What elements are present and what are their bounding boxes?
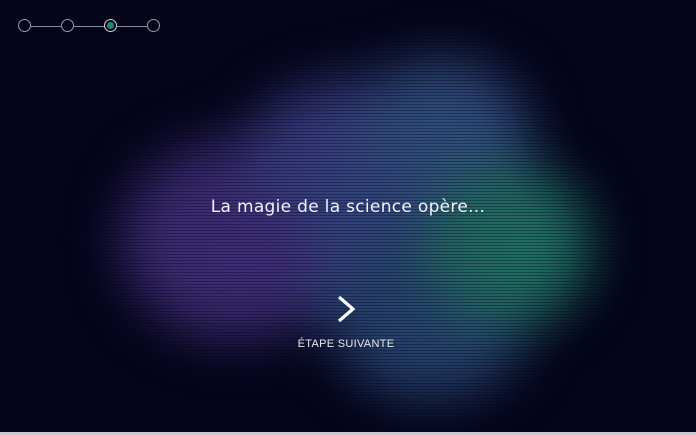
- step-2-indicator[interactable]: [61, 19, 74, 32]
- chevron-right-icon[interactable]: [334, 294, 358, 324]
- experience-stage: La magie de la science opère... ÉTAPE SU…: [0, 0, 696, 432]
- next-step-button[interactable]: ÉTAPE SUIVANTE: [290, 292, 402, 354]
- stepper-connector: [74, 26, 104, 27]
- page-headline: La magie de la science opère...: [210, 197, 486, 217]
- step-3-indicator-active[interactable]: [104, 19, 117, 32]
- stepper-connector: [31, 26, 61, 27]
- step-1-indicator[interactable]: [18, 19, 31, 32]
- progress-stepper: [18, 19, 164, 35]
- stepper-connector: [117, 26, 147, 27]
- step-4-indicator[interactable]: [147, 19, 160, 32]
- next-step-label[interactable]: ÉTAPE SUIVANTE: [290, 338, 402, 350]
